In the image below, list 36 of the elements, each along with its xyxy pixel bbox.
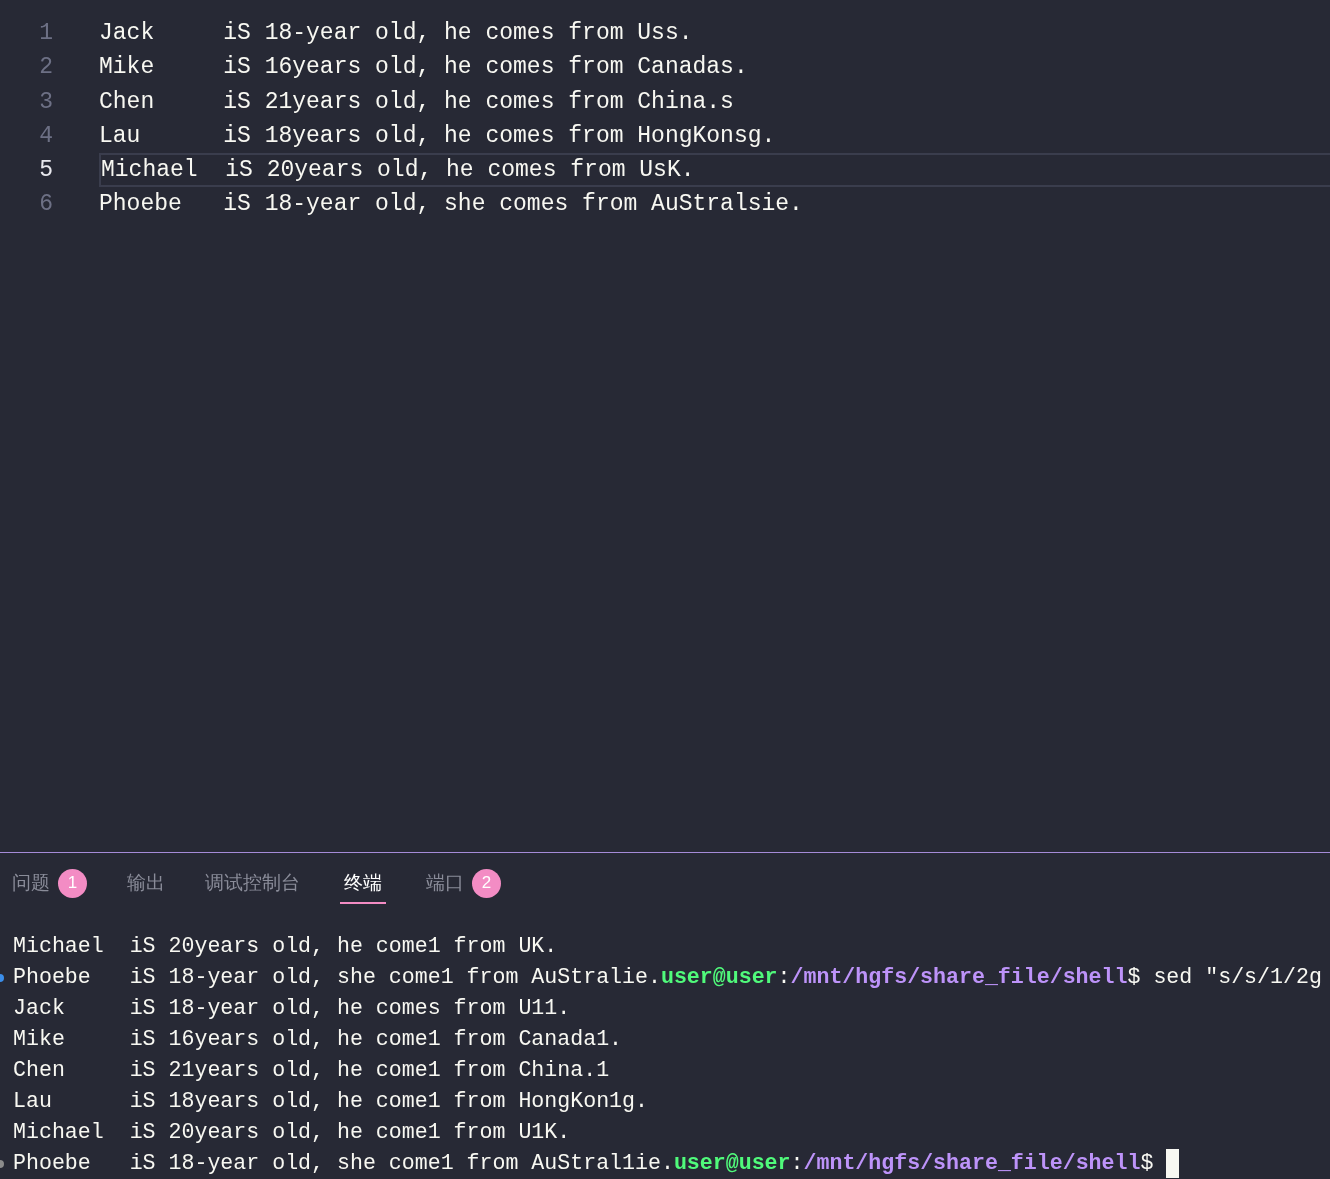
- prompt-path: /mnt/hgfs/share_file/shell: [790, 964, 1128, 992]
- prompt-symbol: $: [1140, 1150, 1154, 1178]
- panel-tab[interactable]: 终端: [340, 864, 386, 904]
- terminal-output: Mike iS 16years old, he come1 from Canada1.: [13, 1026, 623, 1054]
- line-number: 6: [38, 190, 54, 220]
- panel-tab[interactable]: 端口 2: [426, 864, 501, 904]
- code-line: Chen iS 21years old, he comes from China.s: [99, 87, 735, 117]
- code-line: Jack iS 18-year old, he comes from Uss.: [99, 18, 694, 48]
- code-line: Phoebe iS 18-year old, she comes from AuStralsie.: [99, 190, 804, 220]
- prompt-user: user@user: [673, 1150, 791, 1178]
- panel-tab[interactable]: 输出: [127, 864, 165, 904]
- prompt-path: /mnt/hgfs/share_file/shell: [803, 1150, 1141, 1178]
- terminal-output: Michael iS 20years old, he come1 from UK.: [13, 933, 558, 961]
- terminal-command: sed "s/s/1/2g: [1152, 964, 1322, 992]
- panel-tab[interactable]: 调试控制台: [205, 864, 300, 904]
- line-number: 4: [38, 121, 54, 151]
- count-badge: 2: [472, 868, 501, 898]
- prompt-user: user@user: [660, 964, 778, 992]
- line-number: 1: [38, 18, 54, 48]
- terminal-output: Jack iS 18-year old, he comes from U11.: [13, 995, 571, 1023]
- terminal-output: Phoebe iS 18-year old, she come1 from AuStral1ie.: [13, 1150, 674, 1178]
- terminal-output: Lau iS 18years old, he come1 from HongKon1g.: [13, 1088, 648, 1116]
- prompt-symbol: $: [1127, 964, 1141, 992]
- line-number: 2: [38, 53, 54, 83]
- code-line: Michael iS 20years old, he comes from UsK.: [99, 153, 1330, 188]
- terminal-output: Chen iS 21years old, he come1 from China.1: [13, 1057, 610, 1085]
- prompt-separator: :: [777, 964, 791, 992]
- code-line: Lau iS 18years old, he comes from HongKonsg.: [99, 121, 777, 151]
- line-number: 3: [38, 87, 54, 117]
- line-number: 5: [38, 156, 54, 186]
- terminal-output: Michael iS 20years old, he come1 from U1K.: [13, 1119, 571, 1147]
- terminal-output: Phoebe iS 18-year old, she come1 from AuStralie.: [13, 964, 661, 992]
- count-badge: 1: [58, 868, 87, 898]
- panel-tab[interactable]: 问题 1: [12, 864, 87, 904]
- code-line: Mike iS 16years old, he comes from Canadas.: [99, 53, 749, 83]
- prompt-separator: :: [790, 1150, 804, 1178]
